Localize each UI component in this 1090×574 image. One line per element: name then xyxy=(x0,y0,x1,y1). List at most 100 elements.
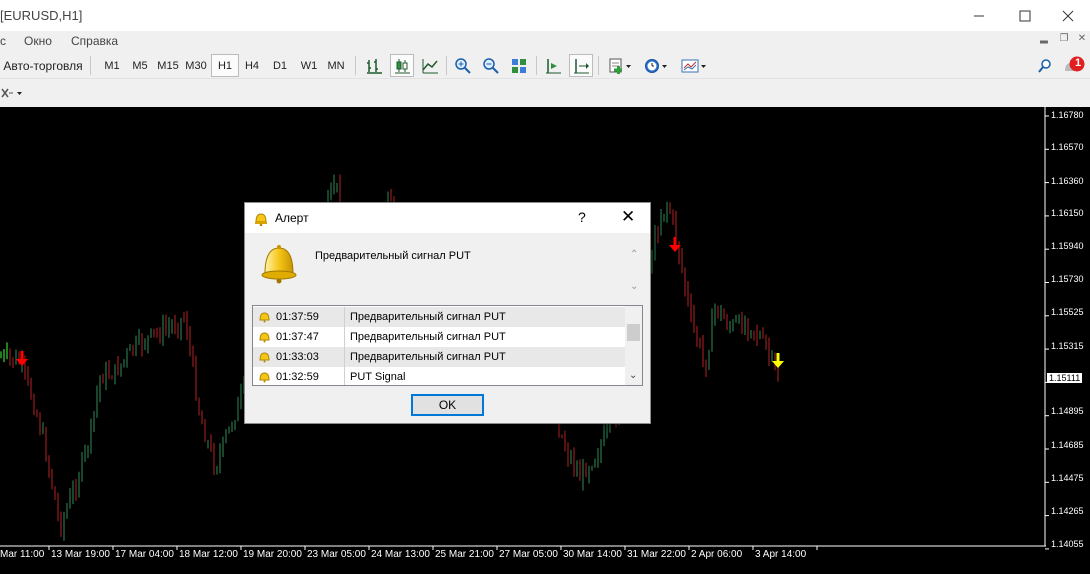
line-chart-button[interactable] xyxy=(418,54,442,77)
timeframe-h1-button[interactable]: H1 xyxy=(211,54,239,77)
time-label: 25 Mar 21:00 xyxy=(435,549,494,560)
window-title: [EURUSD,H1] xyxy=(0,8,83,23)
line-chart-icon xyxy=(422,58,438,73)
scroll-down-icon[interactable]: ⌄ xyxy=(629,370,637,381)
price-label: 1.16780 xyxy=(1051,110,1084,120)
timeframe-m15-button[interactable]: M15 xyxy=(154,54,182,77)
autotrade-button[interactable]: Авто-торговля xyxy=(0,54,86,77)
price-label: 1.14895 xyxy=(1051,406,1084,416)
toolbar-divider xyxy=(536,56,537,75)
alert-message: Предварительный сигнал PUT xyxy=(315,250,471,262)
menu-item-window[interactable]: Окно xyxy=(24,34,52,48)
drawing-tools-dropdown[interactable] xyxy=(0,81,26,104)
bar-chart-button[interactable] xyxy=(362,54,386,77)
zoom-in-icon xyxy=(455,57,471,74)
notifications-button[interactable]: 1 xyxy=(1060,54,1088,77)
mdi-minimize-icon[interactable]: ▂ xyxy=(1036,33,1052,49)
column-divider xyxy=(344,367,345,385)
autoscroll-icon xyxy=(546,58,561,73)
indicators-dropdown[interactable] xyxy=(604,54,636,77)
ok-button[interactable]: OK xyxy=(411,394,484,416)
chart-shift-button[interactable] xyxy=(569,54,593,77)
timeframe-w1-button[interactable]: W1 xyxy=(295,54,323,77)
toolbar-divider xyxy=(446,56,447,75)
tile-windows-button[interactable] xyxy=(507,54,531,77)
drawing-tools-icon xyxy=(1,88,22,97)
alert-time: 01:33:03 xyxy=(276,351,319,363)
alert-text: PUT Signal xyxy=(350,371,406,383)
list-scrollbar[interactable]: ⌄ xyxy=(625,306,642,385)
zoom-out-button[interactable] xyxy=(479,54,503,77)
timeframe-d1-button[interactable]: D1 xyxy=(266,54,294,77)
maximize-icon xyxy=(1019,10,1031,21)
zoom-in-button[interactable] xyxy=(451,54,475,77)
time-label: 13 Mar 19:00 xyxy=(51,549,110,560)
list-item[interactable]: 01:37:59 Предварительный сигнал PUT xyxy=(253,307,625,327)
time-label: 23 Mar 05:00 xyxy=(307,549,366,560)
timeframe-m30-button[interactable]: M30 xyxy=(182,54,210,77)
time-label: 2 Apr 06:00 xyxy=(691,549,743,560)
notification-count: 1 xyxy=(1075,57,1082,69)
maximize-button[interactable] xyxy=(1002,0,1048,31)
bar-chart-icon xyxy=(367,58,382,74)
list-item[interactable]: 01:33:03 Предварительный сигнал PUT xyxy=(253,347,625,367)
alert-dialog: Алерт ? ✕ Предварительный сигнал PUT ⌃ ⌄… xyxy=(244,202,651,424)
menu-item-service[interactable]: с xyxy=(0,34,6,48)
timeframe-m5-button[interactable]: M5 xyxy=(126,54,154,77)
mdi-restore-icon[interactable]: ❐ xyxy=(1056,33,1072,49)
timeframe-label: H1 xyxy=(217,59,233,72)
timeframe-h4-button[interactable]: H4 xyxy=(238,54,266,77)
price-label: 1.15730 xyxy=(1051,274,1084,284)
alert-text: Предварительный сигнал PUT xyxy=(350,331,506,343)
bell-icon xyxy=(259,312,270,323)
alert-bell-large-icon xyxy=(261,245,297,284)
signal-arrow-red-left-icon xyxy=(16,351,28,366)
autoscroll-button[interactable] xyxy=(541,54,565,77)
column-divider xyxy=(344,327,345,347)
price-ticks-group xyxy=(1045,115,1049,550)
help-button[interactable]: ? xyxy=(578,209,586,225)
timeframe-mn-button[interactable]: MN xyxy=(322,54,350,77)
time-label: 31 Mar 22:00 xyxy=(627,549,686,560)
alert-history-list[interactable]: 01:37:59 Предварительный сигнал PUT 01:3… xyxy=(252,305,643,386)
search-button[interactable] xyxy=(1034,54,1056,77)
timeframe-label: M30 xyxy=(185,59,207,72)
time-label: 3 Apr 14:00 xyxy=(755,549,807,560)
message-scrollbar[interactable]: ⌃ ⌄ xyxy=(627,247,643,299)
alert-text: Предварительный сигнал PUT xyxy=(350,351,506,363)
toolbar-divider xyxy=(355,56,356,75)
periodicity-dropdown[interactable] xyxy=(640,54,672,77)
timeframe-m1-button[interactable]: M1 xyxy=(98,54,126,77)
list-item[interactable]: 01:32:59 PUT Signal xyxy=(253,367,625,385)
clock-icon xyxy=(645,58,667,73)
timeframe-label: M1 xyxy=(104,59,120,72)
timeframe-label: M5 xyxy=(132,59,148,72)
candlestick-chart-button[interactable] xyxy=(390,54,414,77)
alert-close-button[interactable]: ✕ xyxy=(621,207,635,227)
list-item[interactable]: 01:37:47 Предварительный сигнал PUT xyxy=(253,327,625,347)
alert-time: 01:32:59 xyxy=(276,371,319,383)
column-divider xyxy=(344,307,345,327)
column-divider xyxy=(344,347,345,367)
price-label: 1.15940 xyxy=(1051,241,1084,251)
price-label: 1.14685 xyxy=(1051,440,1084,450)
timeframe-label: MN xyxy=(327,59,345,72)
menu-item-help[interactable]: Справка xyxy=(71,34,118,48)
price-label: 1.15315 xyxy=(1051,341,1084,351)
alert-time: 01:37:59 xyxy=(276,311,319,323)
time-label: 17 Mar 04:00 xyxy=(115,549,174,560)
price-label: 1.16150 xyxy=(1051,208,1084,218)
time-label: 18 Mar 12:00 xyxy=(179,549,238,560)
mdi-close-icon[interactable]: ✕ xyxy=(1074,33,1090,49)
close-button[interactable] xyxy=(1046,0,1090,31)
templates-dropdown[interactable] xyxy=(678,54,710,77)
minimize-icon xyxy=(974,15,984,16)
scrollbar-thumb[interactable] xyxy=(627,324,640,341)
chart-shift-icon xyxy=(574,58,589,73)
main-toolbar: Авто-торговля M1 M5 M15 M30 H1 H4 D1 W1 … xyxy=(0,52,1090,79)
time-label: 27 Mar 05:00 xyxy=(499,549,558,560)
candlestick-icon xyxy=(395,58,410,73)
minimize-button[interactable] xyxy=(956,0,1002,31)
bell-icon xyxy=(259,352,270,363)
price-label: 1.15525 xyxy=(1051,307,1084,317)
